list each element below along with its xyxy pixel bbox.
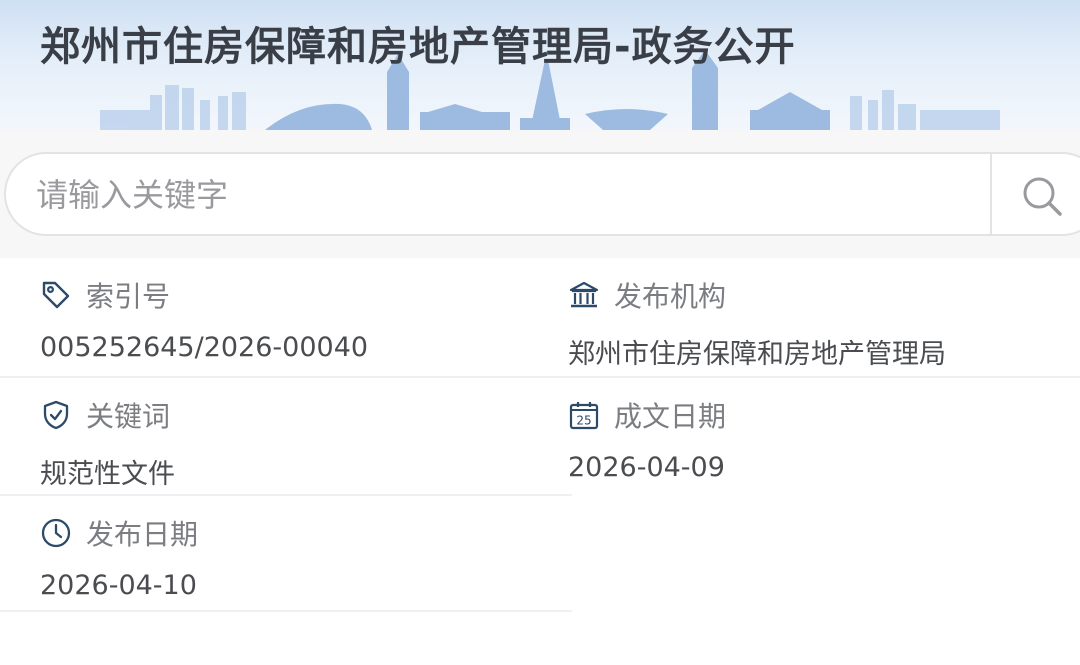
index-number-label: 索引号 — [86, 280, 171, 313]
publisher-field: 发布机构 郑州市住房保障和房地产管理局 — [568, 258, 1068, 376]
created-date-value: 2026-04-09 — [568, 452, 725, 483]
index-number-field: 索引号 005252645/2026-00040 — [40, 258, 540, 376]
keywords-label: 关键词 — [86, 400, 171, 433]
keywords-value: 规范性文件 — [40, 459, 175, 490]
keywords-field: 关键词 规范性文件 — [40, 378, 540, 496]
info-row: 索引号 005252645/2026-00040 发布机构 郑州市住房保障和房地… — [0, 258, 1080, 376]
index-number-value: 005252645/2026-00040 — [40, 332, 369, 363]
created-date-field: 25 成文日期 2026-04-09 — [568, 378, 1068, 496]
publish-date-field: 发布日期 2026-04-10 — [40, 496, 540, 614]
document-info: 索引号 005252645/2026-00040 发布机构 郑州市住房保障和房地… — [0, 258, 1080, 612]
calendar-icon: 25 — [569, 402, 599, 430]
info-row: 发布日期 2026-04-10 — [0, 494, 572, 612]
publish-date-label: 发布日期 — [86, 518, 199, 551]
created-date-label: 成文日期 — [614, 400, 727, 433]
clock-icon — [41, 518, 71, 548]
publish-date-value: 2026-04-10 — [40, 570, 197, 601]
search-bar — [4, 152, 1080, 236]
publisher-label: 发布机构 — [614, 280, 727, 313]
publisher-value: 郑州市住房保障和房地产管理局 — [568, 339, 946, 370]
search-icon[interactable] — [1020, 174, 1064, 218]
search-section — [0, 130, 1080, 258]
info-row: 关键词 规范性文件 25 成文日期 2026-04-09 — [0, 376, 1080, 494]
shield-check-icon — [43, 400, 69, 430]
tag-icon — [42, 281, 70, 309]
header-banner: 郑州市住房保障和房地产管理局-政务公开 — [0, 0, 1080, 130]
search-divider — [990, 154, 992, 234]
svg-text:25: 25 — [576, 414, 591, 428]
page-title: 郑州市住房保障和房地产管理局-政务公开 — [40, 24, 796, 70]
search-input[interactable] — [36, 170, 966, 220]
institution-icon — [569, 281, 599, 308]
